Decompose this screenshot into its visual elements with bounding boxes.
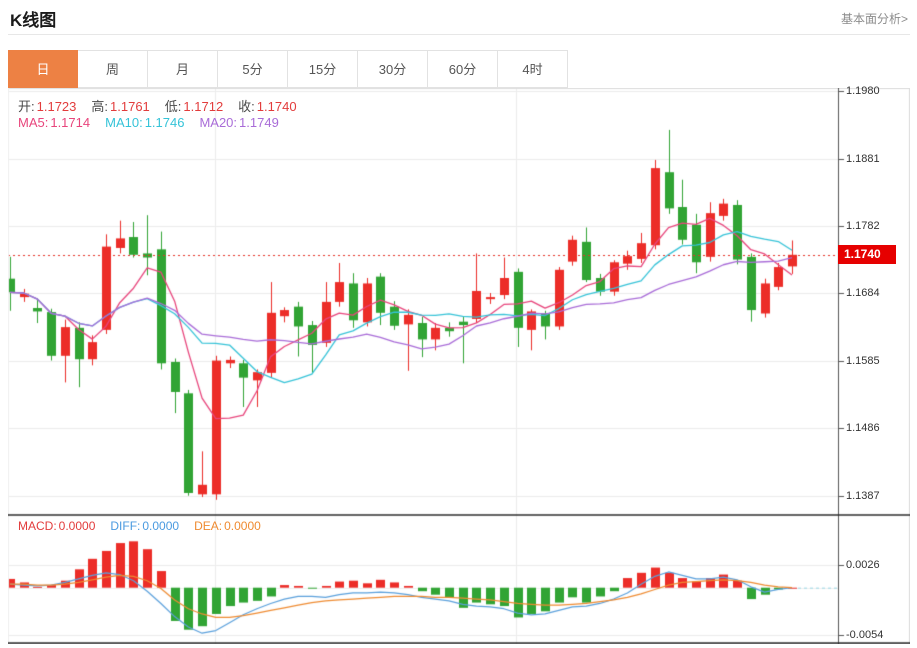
kline-chart-canvas[interactable] [8, 88, 910, 644]
y-axis-label: 1.1486 [846, 421, 908, 435]
tab-week[interactable]: 周 [78, 50, 148, 88]
readout-item: DIFF:0.0000 [110, 519, 179, 533]
y-axis-label: 1.1387 [846, 489, 908, 503]
y-axis-label: 1.1881 [846, 152, 908, 166]
y-axis-label: 1.1684 [846, 286, 908, 300]
readout-item: MA5:1.1714 [18, 115, 90, 130]
ma-readout: MA5:1.1714 MA10:1.1746 MA20:1.1749 [18, 115, 294, 130]
readout-item: 高:1.1761 [91, 99, 149, 114]
readout-item: MA10:1.1746 [105, 115, 184, 130]
tab-15min[interactable]: 15分 [288, 50, 358, 88]
tab-4hour[interactable]: 4时 [498, 50, 568, 88]
fundamental-analysis-link[interactable]: 基本面分析> [841, 10, 908, 27]
tab-5min[interactable]: 5分 [218, 50, 288, 88]
tab-60min[interactable]: 60分 [428, 50, 498, 88]
readout-item: 低:1.1712 [165, 99, 223, 114]
readout-item: MACD:0.0000 [18, 519, 95, 533]
macd-readout: MACD:0.0000 DIFF:0.0000 DEA:0.0000 [18, 519, 276, 533]
period-tab-bar: 日 周 月 5分 15分 30分 60分 4时 [8, 50, 568, 88]
tab-month[interactable]: 月 [148, 50, 218, 88]
y-axis-label: 1.1585 [846, 354, 908, 368]
kline-chart: 开:1.1723 高:1.1761 低:1.1712 收:1.1740 MA5:1.1… [8, 88, 910, 644]
macd-axis-label: 0.0026 [846, 558, 908, 572]
page-title: K线图 [10, 6, 56, 31]
tab-30min[interactable]: 30分 [358, 50, 428, 88]
readout-item: MA20:1.1749 [199, 115, 278, 130]
y-axis-label: 1.1980 [846, 84, 908, 98]
macd-axis-label: -0.0054 [846, 628, 908, 642]
readout-item: 收:1.1740 [238, 99, 296, 114]
header-divider [8, 34, 910, 35]
tab-day[interactable]: 日 [8, 50, 78, 88]
readout-item: 开:1.1723 [18, 99, 76, 114]
readout-item: DEA:0.0000 [194, 519, 261, 533]
current-price-tag: 1.1740 [838, 245, 896, 264]
y-axis-label: 1.1782 [846, 219, 908, 233]
ohlc-readout: 开:1.1723 高:1.1761 低:1.1712 收:1.1740 [18, 96, 312, 115]
